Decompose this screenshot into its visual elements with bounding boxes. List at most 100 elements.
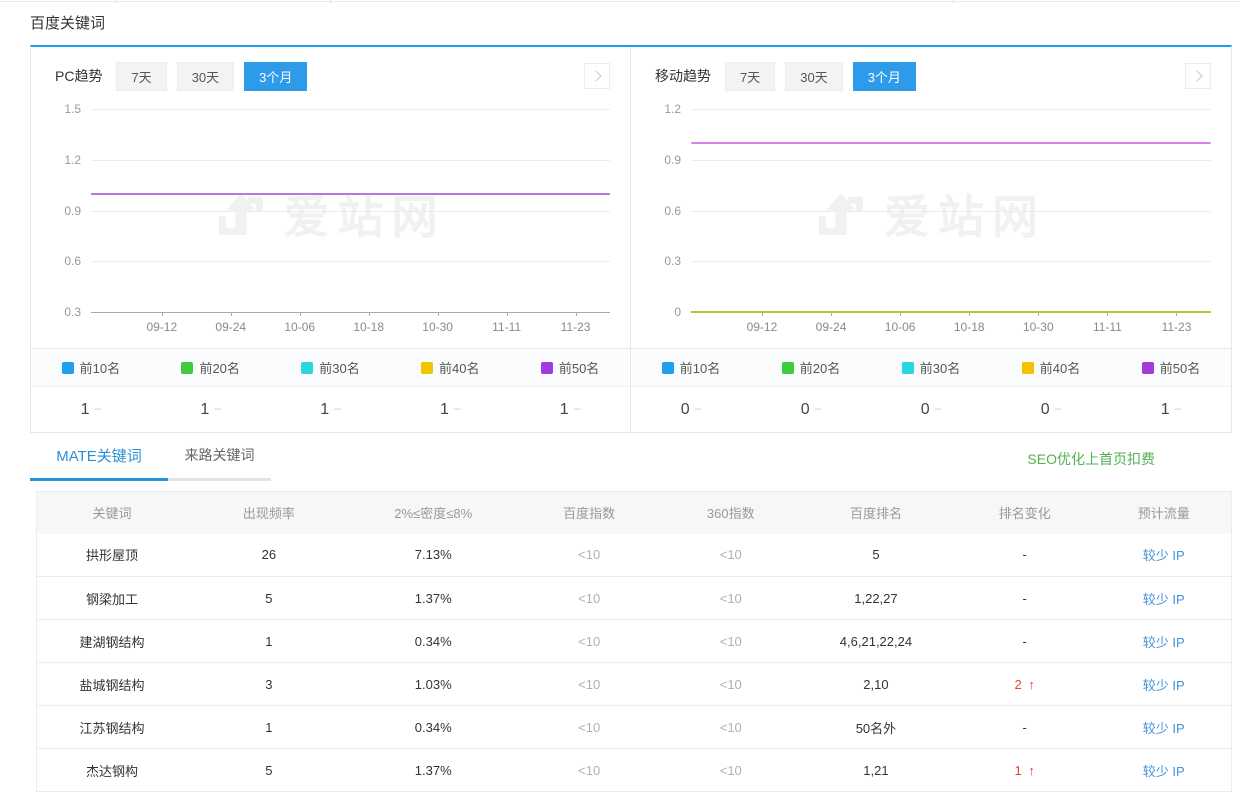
legend-item-前20名[interactable]: 前20名 xyxy=(151,358,271,377)
range-button-1[interactable]: 30天 xyxy=(177,62,234,91)
y-axis-tick-label: 0 xyxy=(674,305,681,319)
est-traffic-cell: 较少 IP xyxy=(1096,706,1231,749)
x-axis-tick-label: 10-30 xyxy=(403,320,472,334)
legend-count-trend-dash: – xyxy=(334,401,341,415)
y-axis-tick-label: 0.3 xyxy=(664,254,681,268)
pc-trend-label: PC趋势 xyxy=(55,66,102,86)
pc-trend-header: PC趋势 7天 30天 3个月 xyxy=(31,47,630,91)
legend-count-value: 1 xyxy=(560,401,569,418)
rank-change-cell: - xyxy=(953,577,1096,620)
pc-next-arrow-button[interactable] xyxy=(584,63,610,89)
legend-item-前10名[interactable]: 前10名 xyxy=(31,358,151,377)
traffic-link[interactable]: 较少 IP xyxy=(1143,721,1185,736)
table-header-row: 关键词出现频率2%≤密度≤8%百度指数360指数百度排名排名变化预计流量 xyxy=(37,492,1232,534)
legend-item-前50名[interactable]: 前50名 xyxy=(510,358,630,377)
traffic-link[interactable]: 较少 IP xyxy=(1143,635,1185,650)
column-header: 预计流量 xyxy=(1096,492,1231,534)
x-axis-tick xyxy=(300,312,301,316)
legend-item-label: 前20名 xyxy=(199,358,239,377)
pc-trend-chart: 爱站网 1.51.20.90.60.309-1209-2410-0610-181… xyxy=(43,95,614,348)
gridline xyxy=(691,109,1211,110)
legend-color-swatch xyxy=(181,362,193,374)
legend-item-前30名[interactable]: 前30名 xyxy=(271,358,391,377)
range-button-2[interactable]: 3个月 xyxy=(244,62,307,91)
360-index-cell: <10 xyxy=(663,749,799,792)
legend-color-swatch xyxy=(902,362,914,374)
mobile-trend-chart: 爱站网 1.20.90.60.3009-1209-2410-0610-1810-… xyxy=(643,95,1215,348)
360-index-cell: <10 xyxy=(663,706,799,749)
baidu-rank-cell: 1,21 xyxy=(799,749,953,792)
tab-mate-keywords[interactable]: MATE关键词 xyxy=(30,445,168,481)
rank-up-arrow-icon: ↑ xyxy=(1028,677,1035,692)
traffic-link[interactable]: 较少 IP xyxy=(1143,548,1185,563)
page-title: 百度关键词 xyxy=(30,13,1243,35)
est-traffic-cell: 较少 IP xyxy=(1096,749,1231,792)
pc-legend-values: 1–1–1–1–1– xyxy=(31,386,630,432)
mobile-next-arrow-button[interactable] xyxy=(1185,63,1211,89)
top-divider-tick xyxy=(115,0,116,3)
x-axis-tick xyxy=(369,312,370,316)
mobile-legend-values: 0–0–0–0–1– xyxy=(631,386,1231,432)
x-axis-labels: 09-1209-2410-0610-1810-3011-1111-23 xyxy=(727,320,1211,334)
legend-count-trend-dash: – xyxy=(214,401,221,415)
frequency-cell: 26 xyxy=(187,534,351,577)
keyword-tabs-bar: MATE关键词来路关键词 SEO优化上首页扣费 xyxy=(30,441,1232,481)
legend-item-前20名[interactable]: 前20名 xyxy=(751,358,871,377)
rank-up-arrow-icon: ↑ xyxy=(1028,763,1035,778)
legend-item-label: 前30名 xyxy=(319,358,359,377)
density-cell: 0.34% xyxy=(351,620,516,663)
seo-promo-link[interactable]: SEO优化上首页扣费 xyxy=(1027,449,1155,469)
keyword-cell: 杰达钢构 xyxy=(37,749,188,792)
pc-plot-area: 1.51.20.90.60.309-1209-2410-0610-1810-30… xyxy=(91,109,610,312)
y-axis-tick-label: 0.9 xyxy=(64,204,81,218)
range-button-2[interactable]: 3个月 xyxy=(853,62,916,91)
range-button-0[interactable]: 7天 xyxy=(725,62,775,91)
legend-count: 1– xyxy=(151,401,271,419)
x-axis-tick-label: 09-12 xyxy=(727,320,796,334)
legend-item-前40名[interactable]: 前40名 xyxy=(390,358,510,377)
x-axis-tick-label: 11-11 xyxy=(472,320,541,334)
y-axis-tick-label: 0.6 xyxy=(664,204,681,218)
legend-item-前30名[interactable]: 前30名 xyxy=(871,358,991,377)
baidu-index-cell: <10 xyxy=(516,706,663,749)
legend-color-swatch xyxy=(782,362,794,374)
est-traffic-cell: 较少 IP xyxy=(1096,620,1231,663)
gridline xyxy=(91,109,610,110)
traffic-link[interactable]: 较少 IP xyxy=(1143,678,1185,693)
top-cutoff-row xyxy=(0,0,1243,3)
tab-referral-keywords[interactable]: 来路关键词 xyxy=(168,445,271,481)
est-traffic-cell: 较少 IP xyxy=(1096,577,1231,620)
360-index-cell: <10 xyxy=(663,620,799,663)
legend-count: 0– xyxy=(751,401,871,419)
legend-item-前50名[interactable]: 前50名 xyxy=(1111,358,1231,377)
table-row: 拱形屋顶267.13%<10<105-较少 IP xyxy=(37,534,1232,577)
legend-count-trend-dash: – xyxy=(574,401,581,415)
y-axis-tick-label: 1.2 xyxy=(664,102,681,116)
y-axis-tick-label: 0.3 xyxy=(64,305,81,319)
keyword-cell: 盐城钢结构 xyxy=(37,663,188,706)
legend-count-value: 1 xyxy=(1161,401,1170,418)
baidu-rank-cell: 4,6,21,22,24 xyxy=(799,620,953,663)
range-button-0[interactable]: 7天 xyxy=(116,62,166,91)
range-button-1[interactable]: 30天 xyxy=(785,62,842,91)
legend-count-value: 0 xyxy=(921,401,930,418)
mobile-plot-area: 1.20.90.60.3009-1209-2410-0610-1810-3011… xyxy=(691,109,1211,312)
frequency-cell: 5 xyxy=(187,577,351,620)
keywords-table: 关键词出现频率2%≤密度≤8%百度指数360指数百度排名排名变化预计流量 拱形屋… xyxy=(36,491,1232,792)
baidu-rank-cell: 50名外 xyxy=(799,706,953,749)
pc-legend: 前10名 前20名 前30名 前40名 前50名 xyxy=(31,348,630,386)
legend-item-前10名[interactable]: 前10名 xyxy=(631,358,751,377)
baidu-rank-cell: 5 xyxy=(799,534,953,577)
legend-count: 0– xyxy=(871,401,991,419)
traffic-link[interactable]: 较少 IP xyxy=(1143,764,1185,779)
legend-item-前40名[interactable]: 前40名 xyxy=(991,358,1111,377)
traffic-link[interactable]: 较少 IP xyxy=(1143,592,1185,607)
x-axis-tick xyxy=(231,312,232,316)
legend-item-label: 前40名 xyxy=(439,358,479,377)
rank-change-cell: 2 ↑ xyxy=(953,663,1096,706)
legend-count-value: 1 xyxy=(200,401,209,418)
legend-count-trend-dash: – xyxy=(935,401,942,415)
baidu-rank-cell: 1,22,27 xyxy=(799,577,953,620)
legend-color-swatch xyxy=(421,362,433,374)
legend-count-trend-dash: – xyxy=(815,401,822,415)
